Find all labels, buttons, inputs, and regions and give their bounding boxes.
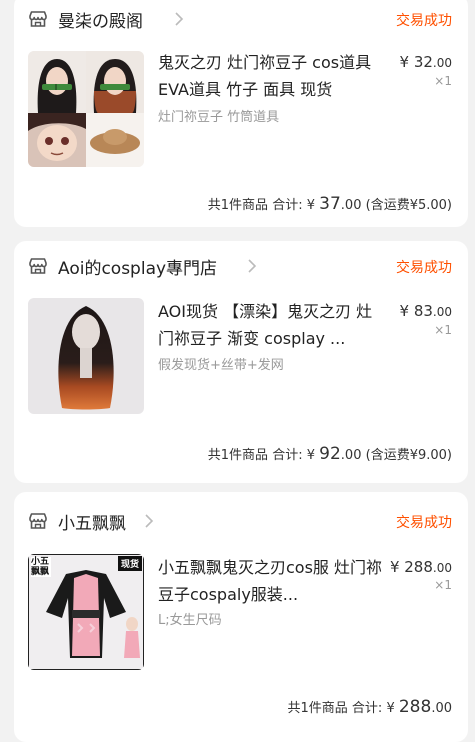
order-status: 交易成功 xyxy=(396,260,452,276)
product-quantity: ×1 xyxy=(434,74,452,88)
shop-name[interactable]: 小五飘飘 xyxy=(58,509,126,534)
product-image xyxy=(28,298,144,414)
product-thumbnail[interactable]: 小五 飘飘 现货 xyxy=(28,554,144,670)
order-status: 交易成功 xyxy=(396,13,452,29)
product-thumbnail[interactable] xyxy=(28,51,144,167)
shop-icon xyxy=(29,11,47,27)
order-header[interactable]: 曼柒の殿阁 交易成功 xyxy=(14,0,468,40)
product-title[interactable]: 鬼灭之刃 灶门祢豆子 cos道具 EVA道具 竹子 面具 现货 xyxy=(158,49,382,103)
chevron-right-icon[interactable] xyxy=(247,259,257,273)
shop-name[interactable]: Aoi的cosplay專門店 xyxy=(58,254,217,279)
shop-name[interactable]: 曼柒の殿阁 xyxy=(58,7,143,32)
product-thumbnail[interactable] xyxy=(28,298,144,414)
order-card[interactable]: 小五飘飘 交易成功 小五 飘飘 现货 小五飘飘鬼灭之刃cos服 灶门祢豆子cos… xyxy=(14,492,468,742)
shop-icon xyxy=(29,513,47,529)
product-title[interactable]: AOI现货 【漂染】鬼灭之刃 灶门祢豆子 渐变 cosplay ... xyxy=(158,298,382,352)
order-header[interactable]: 小五飘飘 交易成功 xyxy=(14,502,468,542)
product-quantity: ×1 xyxy=(434,578,452,592)
product-quantity: ×1 xyxy=(434,323,452,337)
order-summary: 共1件商品 合计: ¥ 37.00 (含运费¥5.00) xyxy=(207,194,452,214)
product-variant: 灶门祢豆子 竹筒道具 xyxy=(158,110,280,125)
order-card[interactable]: Aoi的cosplay專門店 交易成功 AOI现货 【漂染】鬼灭之刃 灶门祢豆子… xyxy=(14,241,468,483)
order-header[interactable]: Aoi的cosplay專門店 交易成功 xyxy=(14,247,468,287)
thumbnail-badge-left: 小五 飘飘 xyxy=(31,557,51,577)
order-summary: 共1件商品 合计: ¥ 92.00 (含运费¥9.00) xyxy=(207,444,452,464)
product-variant: 假发现货+丝带+发网 xyxy=(158,358,284,373)
shop-icon xyxy=(29,258,47,274)
product-variant: L;女生尺码 xyxy=(158,613,222,628)
product-image xyxy=(28,51,144,167)
product-price: ¥ 83.00 xyxy=(399,302,452,320)
product-price: ¥ 32.00 xyxy=(399,53,452,71)
thumbnail-badge-right: 现货 xyxy=(117,556,142,571)
product-price: ¥ 288.00 xyxy=(389,558,452,576)
product-title[interactable]: 小五飘飘鬼灭之刃cos服 灶门祢豆子cospaly服装... xyxy=(158,554,382,608)
order-card[interactable]: 曼柒の殿阁 交易成功 鬼灭之刃 灶门祢豆子 cos道具 EVA道具 竹子 面具 … xyxy=(14,0,468,227)
chevron-right-icon[interactable] xyxy=(174,12,184,26)
order-summary: 共1件商品 合计: ¥ 288.00 xyxy=(287,697,452,717)
order-status: 交易成功 xyxy=(396,515,452,531)
chevron-right-icon[interactable] xyxy=(144,514,154,528)
